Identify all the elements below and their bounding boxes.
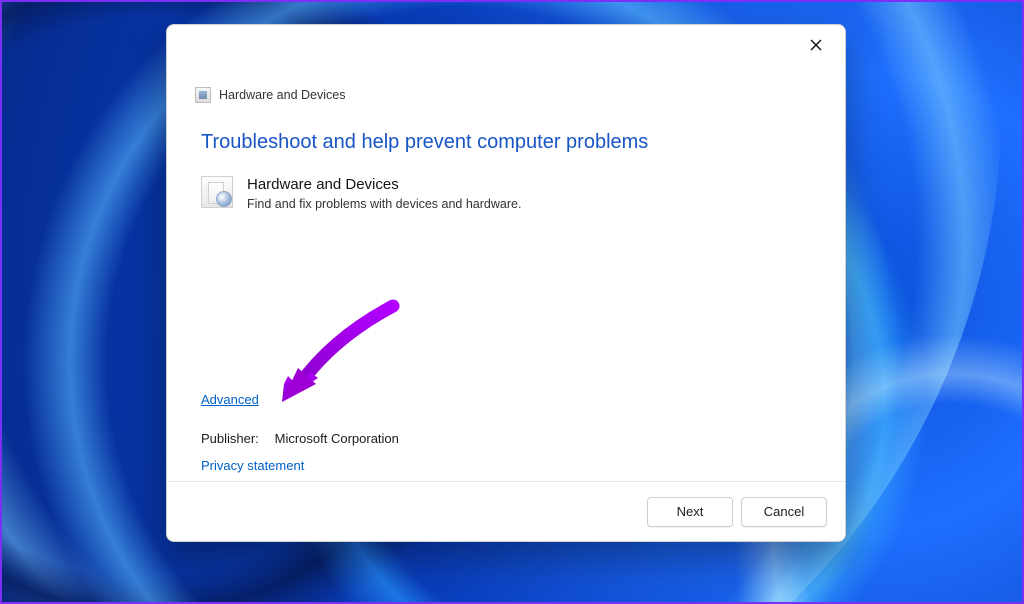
publisher-row: Publisher: Microsoft Corporation	[201, 431, 799, 446]
desktop-wallpaper: Hardware and Devices Troubleshoot and he…	[2, 2, 1022, 602]
close-icon	[810, 39, 822, 51]
breadcrumb: Hardware and Devices	[195, 87, 799, 103]
page-heading: Troubleshoot and help prevent computer p…	[195, 131, 799, 154]
spacer	[195, 211, 799, 392]
dialog-content: Hardware and Devices Troubleshoot and he…	[167, 65, 845, 481]
publisher-label: Publisher:	[201, 431, 271, 446]
cancel-button[interactable]: Cancel	[741, 497, 827, 527]
titlebar	[167, 25, 845, 65]
next-button[interactable]: Next	[647, 497, 733, 527]
dialog-footer: Next Cancel	[167, 481, 845, 541]
troubleshooter-dialog: Hardware and Devices Troubleshoot and he…	[166, 24, 846, 542]
advanced-link[interactable]: Advanced	[201, 392, 259, 407]
troubleshooter-text: Hardware and Devices Find and fix proble…	[247, 176, 521, 211]
troubleshooter-title: Hardware and Devices	[247, 176, 521, 194]
troubleshooter-description: Find and fix problems with devices and h…	[247, 197, 521, 211]
breadcrumb-text: Hardware and Devices	[219, 88, 345, 102]
troubleshooter-small-icon	[195, 87, 211, 103]
publisher-value: Microsoft Corporation	[275, 431, 399, 446]
hardware-devices-icon	[201, 176, 233, 208]
close-button[interactable]	[793, 29, 839, 61]
privacy-statement-link[interactable]: Privacy statement	[201, 458, 304, 473]
troubleshooter-item: Hardware and Devices Find and fix proble…	[195, 176, 799, 211]
